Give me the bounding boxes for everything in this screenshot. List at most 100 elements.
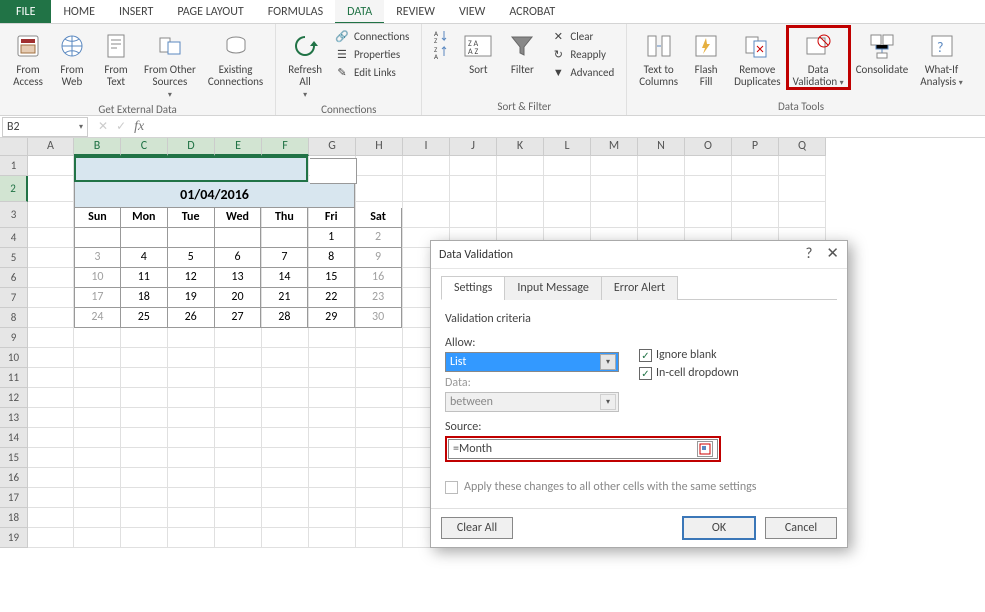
cell-B13[interactable] bbox=[74, 408, 121, 428]
cell-H15[interactable] bbox=[356, 448, 403, 468]
row-header-8[interactable]: 8 bbox=[0, 308, 28, 328]
ok-button[interactable]: OK bbox=[683, 517, 755, 539]
cell-A7[interactable] bbox=[28, 288, 74, 308]
column-header-Q[interactable]: Q bbox=[779, 138, 826, 156]
cell-G17[interactable] bbox=[309, 488, 356, 508]
connections-button[interactable]: 🔗Connections bbox=[332, 28, 411, 44]
row-header-7[interactable]: 7 bbox=[0, 288, 28, 308]
flash-fill-button[interactable]: FlashFill bbox=[684, 26, 728, 88]
data-validation-button[interactable]: DataValidation ▾ bbox=[787, 26, 850, 89]
cell-C12[interactable] bbox=[121, 388, 168, 408]
incell-dropdown-checkbox[interactable]: ✓In-cell dropdown bbox=[639, 366, 739, 380]
cell-Q3[interactable] bbox=[779, 202, 826, 228]
cell-D18[interactable] bbox=[168, 508, 215, 528]
cell-P2[interactable] bbox=[732, 176, 779, 202]
calendar-cell[interactable]: 6 bbox=[215, 248, 262, 268]
cell-E11[interactable] bbox=[215, 368, 262, 388]
sort-desc-button[interactable]: ZA bbox=[432, 44, 452, 60]
cell-B12[interactable] bbox=[74, 388, 121, 408]
cell-B16[interactable] bbox=[74, 468, 121, 488]
cell-H11[interactable] bbox=[356, 368, 403, 388]
column-header-A[interactable]: A bbox=[28, 138, 74, 156]
row-header-4[interactable]: 4 bbox=[0, 228, 28, 248]
tab-insert[interactable]: INSERT bbox=[107, 0, 165, 23]
filter-button[interactable]: Filter bbox=[500, 26, 544, 76]
cell-H10[interactable] bbox=[356, 348, 403, 368]
cell-A16[interactable] bbox=[28, 468, 74, 488]
cell-K3[interactable] bbox=[497, 202, 544, 228]
ignore-blank-checkbox[interactable]: ✓Ignore blank bbox=[639, 348, 739, 362]
calendar-cell[interactable] bbox=[121, 228, 168, 248]
row-header-12[interactable]: 12 bbox=[0, 388, 28, 408]
tab-file[interactable]: FILE bbox=[0, 0, 51, 23]
cell-C11[interactable] bbox=[121, 368, 168, 388]
cell-I2[interactable] bbox=[403, 176, 450, 202]
dialog-titlebar[interactable]: Data Validation ? ✕ bbox=[431, 241, 847, 269]
cell-E19[interactable] bbox=[215, 528, 262, 548]
cell-F19[interactable] bbox=[262, 528, 309, 548]
cell-F11[interactable] bbox=[262, 368, 309, 388]
cell-A19[interactable] bbox=[28, 528, 74, 548]
cell-A6[interactable] bbox=[28, 268, 74, 288]
cell-N2[interactable] bbox=[638, 176, 685, 202]
dialog-tab-settings[interactable]: Settings bbox=[441, 276, 505, 300]
row-header-3[interactable]: 3 bbox=[0, 202, 28, 228]
fx-icon[interactable]: fx bbox=[134, 119, 144, 135]
cell-H17[interactable] bbox=[356, 488, 403, 508]
sort-button[interactable]: Z AA Z Sort bbox=[456, 26, 500, 76]
cell-K2[interactable] bbox=[497, 176, 544, 202]
column-header-D[interactable]: D bbox=[168, 138, 215, 156]
dialog-close-button[interactable]: ✕ bbox=[826, 247, 839, 262]
cell-F13[interactable] bbox=[262, 408, 309, 428]
cell-F10[interactable] bbox=[262, 348, 309, 368]
cell-D9[interactable] bbox=[168, 328, 215, 348]
row-header-11[interactable]: 11 bbox=[0, 368, 28, 388]
cell-K1[interactable] bbox=[497, 156, 544, 176]
tab-acrobat[interactable]: ACROBAT bbox=[497, 0, 567, 23]
whatif-analysis-button[interactable]: ? What-IfAnalysis ▾ bbox=[914, 26, 968, 89]
row-header-9[interactable]: 9 bbox=[0, 328, 28, 348]
calendar-cell[interactable]: 1 bbox=[308, 228, 355, 248]
cell-M3[interactable] bbox=[591, 202, 638, 228]
cell-G9[interactable] bbox=[309, 328, 356, 348]
calendar-cell[interactable]: 13 bbox=[215, 268, 262, 288]
column-header-P[interactable]: P bbox=[732, 138, 779, 156]
cell-O3[interactable] bbox=[685, 202, 732, 228]
column-header-J[interactable]: J bbox=[450, 138, 497, 156]
dialog-tab-error-alert[interactable]: Error Alert bbox=[601, 276, 678, 300]
cell-B17[interactable] bbox=[74, 488, 121, 508]
dialog-tab-input-message[interactable]: Input Message bbox=[504, 276, 602, 300]
row-header-10[interactable]: 10 bbox=[0, 348, 28, 368]
cell-A5[interactable] bbox=[28, 248, 74, 268]
calendar-cell[interactable] bbox=[261, 228, 308, 248]
cell-E16[interactable] bbox=[215, 468, 262, 488]
calendar-cell[interactable]: 26 bbox=[168, 308, 215, 328]
cell-H13[interactable] bbox=[356, 408, 403, 428]
row-header-14[interactable]: 14 bbox=[0, 428, 28, 448]
consolidate-button[interactable]: Consolidate bbox=[850, 26, 915, 76]
cell-A13[interactable] bbox=[28, 408, 74, 428]
cell-D14[interactable] bbox=[168, 428, 215, 448]
text-to-columns-button[interactable]: Text toColumns bbox=[633, 26, 684, 88]
cell-N1[interactable] bbox=[638, 156, 685, 176]
calendar-cell[interactable]: 14 bbox=[261, 268, 308, 288]
cell-A11[interactable] bbox=[28, 368, 74, 388]
cell-C19[interactable] bbox=[121, 528, 168, 548]
cell-D13[interactable] bbox=[168, 408, 215, 428]
cell-F15[interactable] bbox=[262, 448, 309, 468]
cell-D17[interactable] bbox=[168, 488, 215, 508]
row-header-16[interactable]: 16 bbox=[0, 468, 28, 488]
from-other-sources-button[interactable]: From OtherSources ▾ bbox=[138, 26, 202, 101]
cell-L1[interactable] bbox=[544, 156, 591, 176]
cell-H19[interactable] bbox=[356, 528, 403, 548]
calendar-cell[interactable]: 25 bbox=[121, 308, 168, 328]
edit-links-button[interactable]: ✎Edit Links bbox=[332, 64, 411, 80]
allow-select[interactable]: List ▾ bbox=[445, 352, 619, 372]
cell-D19[interactable] bbox=[168, 528, 215, 548]
cell-B11[interactable] bbox=[74, 368, 121, 388]
tab-page-layout[interactable]: PAGE LAYOUT bbox=[165, 0, 255, 23]
cell-F17[interactable] bbox=[262, 488, 309, 508]
calendar-cell[interactable]: 30 bbox=[355, 308, 402, 328]
cell-J2[interactable] bbox=[450, 176, 497, 202]
cell-C14[interactable] bbox=[121, 428, 168, 448]
